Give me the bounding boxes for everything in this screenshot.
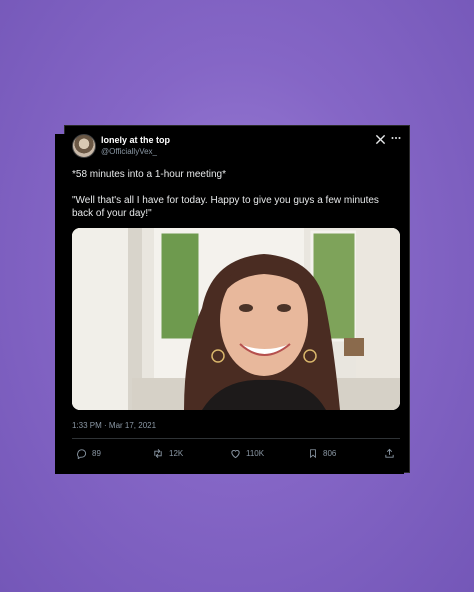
like-button[interactable]: 110K xyxy=(230,448,264,459)
bookmark-count: 806 xyxy=(323,449,337,458)
bookmark-button[interactable]: 806 xyxy=(308,448,336,459)
tweet-text-line-1: *58 minutes into a 1-hour meeting* xyxy=(72,169,226,180)
avatar[interactable] xyxy=(72,134,96,158)
user-handle[interactable]: @OfficiallyVex_ xyxy=(101,147,157,156)
reply-count: 89 xyxy=(92,449,101,458)
tweet-actions: 89 12K 110K 806 xyxy=(72,448,400,464)
tweet-header: lonely at the top @OfficiallyVex_ xyxy=(72,134,401,164)
tweet-text: *58 minutes into a 1-hour meeting* "Well… xyxy=(72,168,392,233)
tweet-media-photo[interactable] xyxy=(72,228,400,410)
share-button[interactable] xyxy=(384,448,395,459)
bookmark-icon xyxy=(308,448,318,459)
display-name[interactable]: lonely at the top xyxy=(101,135,170,145)
divider xyxy=(72,438,400,439)
retweet-count: 12K xyxy=(169,449,184,458)
x-logo-icon xyxy=(375,134,386,148)
tweet-text-line-2: "Well that's all I have for today. Happy… xyxy=(72,195,379,219)
like-icon xyxy=(230,448,241,459)
tweet-card: lonely at the top @OfficiallyVex_ *58 mi… xyxy=(55,134,404,474)
share-icon xyxy=(384,448,395,459)
reply-icon xyxy=(76,448,87,459)
like-count: 110K xyxy=(246,449,265,458)
more-icon[interactable] xyxy=(390,132,402,147)
tweet-timestamp[interactable]: 1:33 PM · Mar 17, 2021 xyxy=(72,421,156,430)
reply-button[interactable]: 89 xyxy=(76,448,101,459)
retweet-button[interactable]: 12K xyxy=(152,448,183,459)
retweet-icon xyxy=(152,448,164,459)
